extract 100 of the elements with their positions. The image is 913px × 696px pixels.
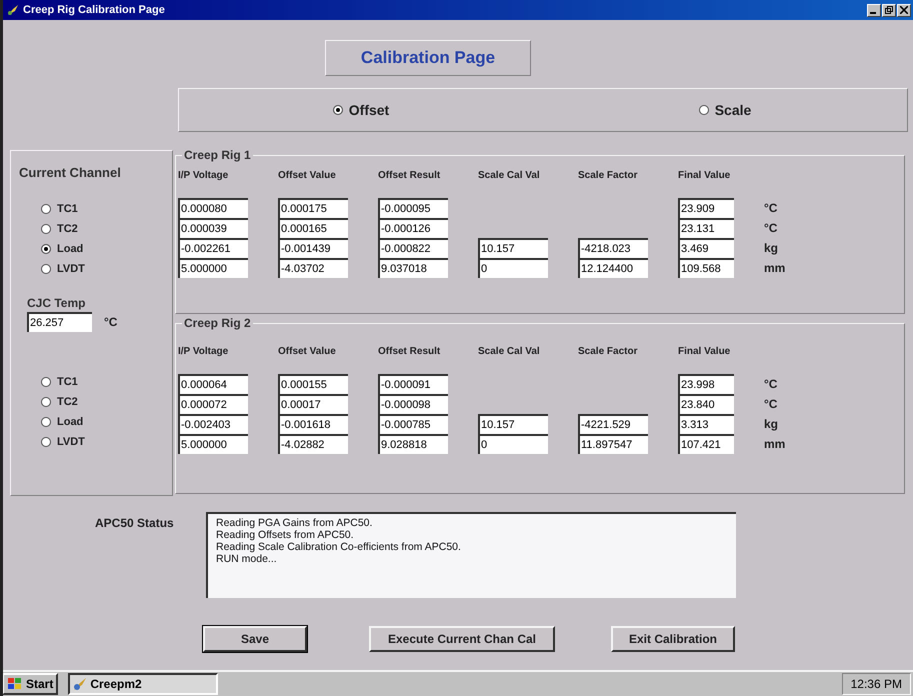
- radio-dot[interactable]: [41, 397, 51, 407]
- start-button[interactable]: Start: [3, 673, 58, 695]
- value-field[interactable]: 109.568: [678, 258, 734, 278]
- radio-dot[interactable]: [41, 204, 51, 214]
- value-field[interactable]: -0.000785: [378, 414, 448, 434]
- value-field[interactable]: 3.469: [678, 238, 734, 258]
- minimize-button[interactable]: [867, 4, 881, 16]
- page-heading: Calibration Page: [325, 40, 531, 76]
- unit-label: mm: [764, 261, 786, 275]
- value-field[interactable]: 9.037018: [378, 258, 448, 278]
- unit-label: °C: [764, 201, 778, 215]
- windows-logo-icon: [7, 677, 23, 691]
- radio-button[interactable]: TC1: [41, 372, 172, 392]
- radio-dot[interactable]: [41, 264, 51, 274]
- radio-dot[interactable]: [698, 105, 709, 115]
- value-field[interactable]: -4221.529: [578, 414, 648, 434]
- value-field[interactable]: 0.000155: [278, 374, 348, 394]
- radio-button[interactable]: LVDT: [41, 432, 172, 452]
- column-header: Offset Result: [378, 346, 442, 359]
- close-icon: [900, 6, 908, 14]
- radio-dot[interactable]: [41, 244, 51, 254]
- clock: 12:36 PM: [850, 677, 902, 691]
- radio-dot[interactable]: [41, 417, 51, 427]
- value-field[interactable]: 23.909: [678, 198, 734, 218]
- value-field[interactable]: 10.157: [478, 238, 548, 258]
- column-header: Offset Value: [278, 170, 337, 183]
- value-field[interactable]: 26.257: [27, 312, 92, 332]
- radio-button[interactable]: Offset: [332, 102, 390, 118]
- column-header: Scale Cal Val: [478, 346, 541, 359]
- column-header: I/P Voltage: [178, 170, 230, 183]
- restore-button[interactable]: [882, 4, 896, 16]
- unit-label: °C: [764, 377, 778, 391]
- unit-label: °C: [764, 221, 778, 235]
- value-field[interactable]: 23.840: [678, 394, 734, 414]
- action-button[interactable]: Execute Current Chan Cal: [369, 626, 555, 652]
- value-field[interactable]: 5.000000: [178, 434, 248, 454]
- column-header: I/P Voltage: [178, 346, 230, 359]
- value-field[interactable]: 0.000175: [278, 198, 348, 218]
- column-header: Scale Factor: [578, 170, 638, 183]
- value-field[interactable]: 23.131: [678, 218, 734, 238]
- radio-button[interactable]: Scale: [698, 102, 752, 118]
- log-line: Reading Scale Calibration Co-efficients from APC50.: [216, 541, 462, 553]
- log-line: Reading PGA Gains from APC50.: [216, 517, 374, 529]
- value-field[interactable]: -0.000095: [378, 198, 448, 218]
- value-field[interactable]: 0.000165: [278, 218, 348, 238]
- radio-button[interactable]: TC2: [41, 392, 172, 412]
- status-label: APC50 Status: [95, 515, 175, 532]
- value-field[interactable]: 0: [478, 434, 548, 454]
- unit-label: kg: [764, 417, 780, 431]
- value-field[interactable]: -0.000091: [378, 374, 448, 394]
- value-field[interactable]: -4218.023: [578, 238, 648, 258]
- radio-button[interactable]: LVDT: [41, 259, 172, 279]
- value-field[interactable]: -0.000098: [378, 394, 448, 414]
- radio-dot[interactable]: [41, 437, 51, 447]
- action-button[interactable]: Exit Calibration: [611, 626, 735, 652]
- value-field[interactable]: -0.002403: [178, 414, 248, 434]
- radio-button[interactable]: Load: [41, 412, 172, 432]
- value-field[interactable]: 9.028818: [378, 434, 448, 454]
- radio-dot[interactable]: [41, 224, 51, 234]
- value-field[interactable]: 0.000072: [178, 394, 248, 414]
- value-field[interactable]: 0.00017: [278, 394, 348, 414]
- value-field[interactable]: -0.001618: [278, 414, 348, 434]
- taskbar-button[interactable]: Creepm2: [68, 673, 218, 695]
- value-field[interactable]: 23.998: [678, 374, 734, 394]
- column-header: Final Value: [678, 170, 732, 183]
- column-header: Offset Value: [278, 346, 337, 359]
- radio-dot[interactable]: [41, 377, 51, 387]
- value-field[interactable]: -0.000822: [378, 238, 448, 258]
- value-field[interactable]: -0.001439: [278, 238, 348, 258]
- unit-label: °C: [104, 315, 118, 329]
- value-field[interactable]: -0.000126: [378, 218, 448, 238]
- group-title: Creep Rig 2: [183, 316, 252, 330]
- radio-dot[interactable]: [332, 105, 343, 115]
- close-button[interactable]: [897, 4, 911, 16]
- radio-button[interactable]: Load: [41, 239, 172, 259]
- column-header: Scale Factor: [578, 346, 638, 359]
- value-field[interactable]: 107.421: [678, 434, 734, 454]
- value-field[interactable]: -4.02882: [278, 434, 348, 454]
- radio-button[interactable]: TC2: [41, 219, 172, 239]
- value-field[interactable]: 12.124400: [578, 258, 648, 278]
- unit-label: kg: [764, 241, 780, 255]
- column-header: Final Value: [678, 346, 732, 359]
- group-title: Creep Rig 1: [183, 148, 252, 162]
- value-field[interactable]: 0: [478, 258, 548, 278]
- value-field[interactable]: 11.897547: [578, 434, 648, 454]
- value-field[interactable]: 0.000039: [178, 218, 248, 238]
- value-field[interactable]: 5.000000: [178, 258, 248, 278]
- panel-title: Current Channel: [19, 165, 122, 182]
- column-header: Scale Cal Val: [478, 170, 541, 183]
- value-field[interactable]: 0.000080: [178, 198, 248, 218]
- value-field[interactable]: -4.03702: [278, 258, 348, 278]
- value-field[interactable]: 0.000064: [178, 374, 248, 394]
- value-field[interactable]: -0.002261: [178, 238, 248, 258]
- action-button[interactable]: Save: [203, 626, 307, 652]
- value-field[interactable]: 10.157: [478, 414, 548, 434]
- radio-button[interactable]: TC1: [41, 199, 172, 219]
- log-line: Reading Offsets from APC50.: [216, 529, 355, 541]
- value-field[interactable]: 3.313: [678, 414, 734, 434]
- log-line: RUN mode...: [216, 553, 278, 565]
- restore-icon: [885, 6, 893, 14]
